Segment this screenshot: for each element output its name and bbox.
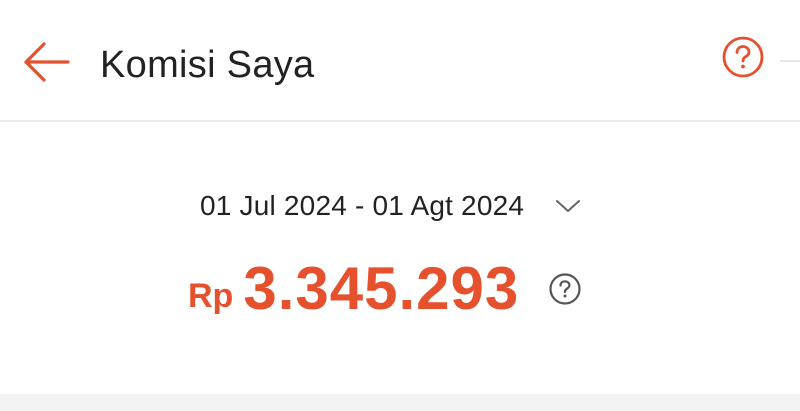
question-circle-icon [722, 36, 764, 78]
section-divider-band [0, 394, 800, 411]
top-app-bar: Komisi Saya [0, 0, 800, 122]
question-circle-icon [549, 273, 581, 305]
amount-info-button[interactable] [548, 272, 582, 306]
commission-amount: Rp 3.345.293 [188, 252, 519, 322]
commission-page: Komisi Saya 01 Jul 2024 - 01 Agt 2024 Rp… [0, 0, 800, 411]
amount-value: 3.345.293 [243, 255, 520, 322]
currency-label: Rp [188, 277, 234, 315]
chevron-down-icon [554, 186, 582, 226]
date-range-label: 01 Jul 2024 - 01 Agt 2024 [200, 190, 525, 221]
back-button[interactable] [20, 38, 72, 86]
arrow-left-icon [24, 42, 70, 82]
help-button[interactable] [720, 34, 766, 80]
date-range-selector[interactable]: 01 Jul 2024 - 01 Agt 2024 [200, 186, 582, 226]
page-title: Komisi Saya [100, 44, 315, 86]
header-edge-divider [780, 60, 800, 62]
